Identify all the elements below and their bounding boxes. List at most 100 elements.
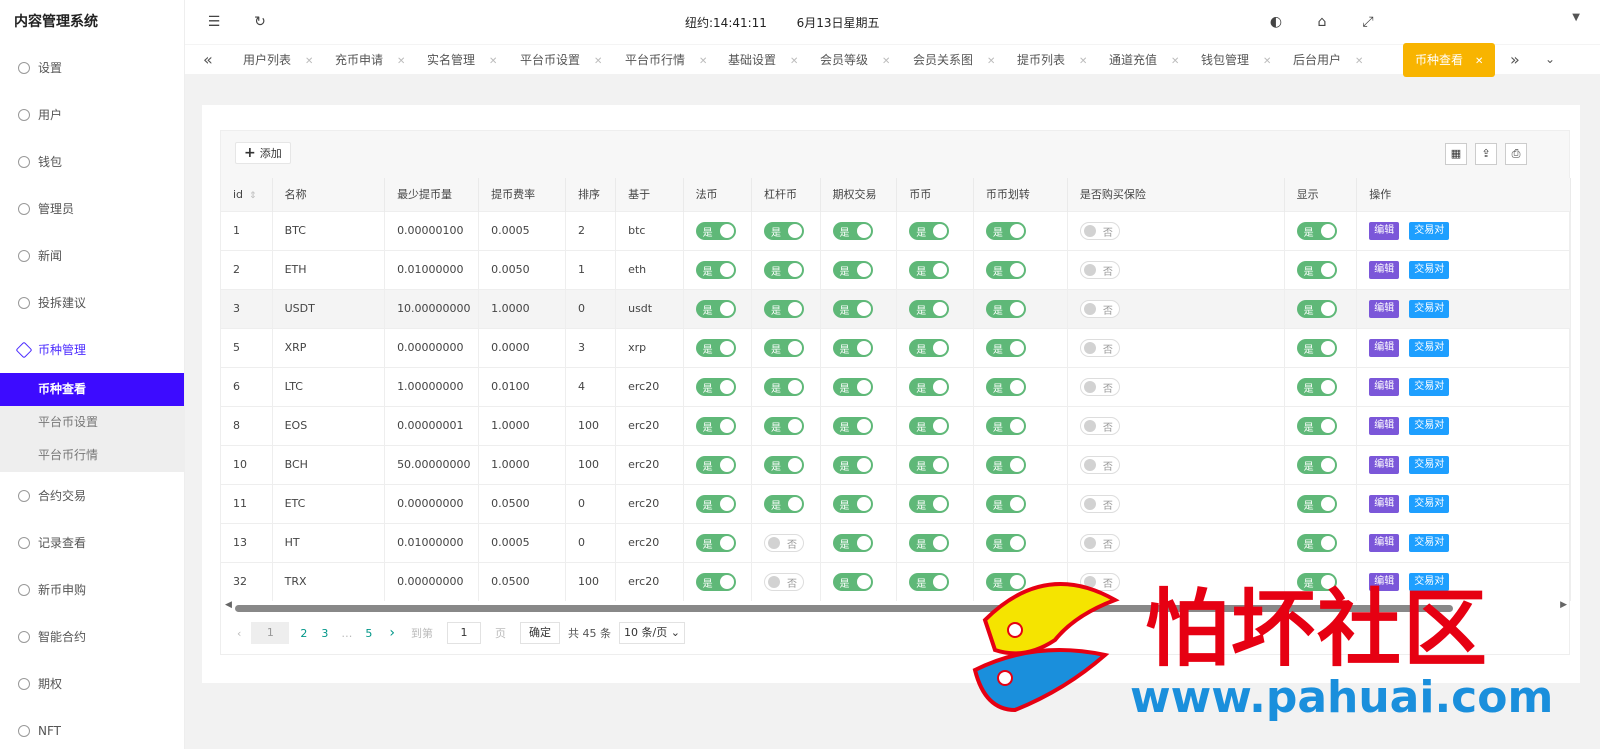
- tabs-menu-icon[interactable]: ⌄: [1545, 52, 1555, 66]
- scroll-left-icon[interactable]: ◀: [225, 600, 232, 610]
- trading-pair-button[interactable]: 交易对: [1409, 221, 1450, 240]
- trading-pair-button[interactable]: 交易对: [1409, 533, 1450, 552]
- tab-item[interactable]: 平台币设置 ✕: [520, 51, 602, 68]
- edit-button[interactable]: 编辑: [1369, 416, 1400, 435]
- user-dropdown[interactable]: ▼: [1420, 12, 1580, 32]
- tab-item[interactable]: 平台币行情 ✕: [625, 51, 707, 68]
- submenu-item[interactable]: 平台币设置: [0, 406, 184, 439]
- page-size-select[interactable]: 10 条/页 ⌄: [619, 622, 685, 644]
- close-icon[interactable]: ✕: [1355, 56, 1363, 67]
- toggle-switch[interactable]: 是: [832, 221, 873, 240]
- add-button[interactable]: + 添加: [235, 142, 291, 164]
- toggle-switch[interactable]: 是: [764, 299, 805, 318]
- tag-icon[interactable]: ⌂: [1313, 13, 1331, 31]
- sidebar-item[interactable]: 用户: [0, 91, 184, 138]
- export-icon[interactable]: ⇪: [1475, 143, 1497, 165]
- toggle-switch[interactable]: 是: [764, 494, 805, 513]
- sidebar-item[interactable]: 记录查看: [0, 519, 184, 566]
- tab-item[interactable]: 会员关系图 ✕: [913, 51, 995, 68]
- toggle-switch[interactable]: 是: [764, 221, 805, 240]
- edit-button[interactable]: 编辑: [1369, 338, 1400, 357]
- trading-pair-button[interactable]: 交易对: [1409, 455, 1450, 474]
- fullscreen-icon[interactable]: ⤢: [1359, 13, 1377, 31]
- toggle-switch[interactable]: 是: [909, 260, 950, 279]
- tab-item[interactable]: 实名管理 ✕: [427, 51, 497, 68]
- toggle-switch[interactable]: 是: [985, 416, 1026, 435]
- toggle-switch[interactable]: 是: [832, 416, 873, 435]
- toggle-switch[interactable]: 是: [985, 221, 1026, 240]
- toggle-switch[interactable]: 是: [909, 416, 950, 435]
- toggle-switch[interactable]: 否: [1079, 338, 1120, 357]
- toggle-switch[interactable]: 是: [832, 377, 873, 396]
- toggle-switch[interactable]: 是: [695, 572, 736, 591]
- tab-item[interactable]: 通道充值 ✕: [1109, 51, 1179, 68]
- column-header[interactable]: id ⇕: [221, 178, 273, 211]
- sidebar-item[interactable]: 设置: [0, 44, 184, 91]
- toggle-switch[interactable]: 是: [695, 338, 736, 357]
- close-icon[interactable]: ✕: [882, 56, 890, 67]
- prev-page-icon[interactable]: ‹: [231, 627, 247, 640]
- toggle-switch[interactable]: 否: [1079, 299, 1120, 318]
- tab-item[interactable]: 基础设置 ✕: [728, 51, 798, 68]
- toggle-switch[interactable]: 是: [1296, 338, 1337, 357]
- submenu-item[interactable]: 币种查看: [0, 373, 184, 406]
- edit-button[interactable]: 编辑: [1369, 299, 1400, 318]
- sidebar-item[interactable]: 新币申购: [0, 566, 184, 613]
- close-icon[interactable]: ✕: [397, 56, 405, 67]
- print-icon[interactable]: ⎙: [1505, 143, 1527, 165]
- edit-button[interactable]: 编辑: [1369, 533, 1400, 552]
- toggle-switch[interactable]: 是: [909, 221, 950, 240]
- next-page-icon[interactable]: ›: [379, 625, 405, 641]
- toggle-switch[interactable]: 是: [909, 572, 950, 591]
- toggle-switch[interactable]: 是: [985, 533, 1026, 552]
- refresh-icon[interactable]: ↻: [251, 13, 269, 31]
- edit-button[interactable]: 编辑: [1369, 494, 1400, 513]
- toggle-switch[interactable]: 否: [1079, 533, 1120, 552]
- toggle-switch[interactable]: 是: [909, 299, 950, 318]
- sidebar-item[interactable]: 合约交易: [0, 472, 184, 519]
- toggle-switch[interactable]: 是: [1296, 455, 1337, 474]
- toggle-switch[interactable]: 是: [695, 494, 736, 513]
- sidebar-item[interactable]: 新闻: [0, 232, 184, 279]
- tab-item[interactable]: 提币列表 ✕: [1017, 51, 1087, 68]
- sidebar-item[interactable]: 钱包: [0, 138, 184, 185]
- toggle-switch[interactable]: 是: [909, 455, 950, 474]
- toggle-switch[interactable]: 是: [764, 455, 805, 474]
- toggle-switch[interactable]: 是: [832, 494, 873, 513]
- edit-button[interactable]: 编辑: [1369, 260, 1400, 279]
- close-icon[interactable]: ✕: [489, 56, 497, 67]
- tabs-scroll-right-icon[interactable]: »: [1510, 50, 1520, 69]
- palette-icon[interactable]: ◐: [1267, 13, 1285, 31]
- toggle-switch[interactable]: 是: [985, 260, 1026, 279]
- close-icon[interactable]: ✕: [1079, 56, 1087, 67]
- tab-active[interactable]: 币种查看 ✕: [1403, 43, 1495, 77]
- toggle-switch[interactable]: 否: [1079, 377, 1120, 396]
- trading-pair-button[interactable]: 交易对: [1409, 377, 1450, 396]
- toggle-switch[interactable]: 是: [832, 572, 873, 591]
- toggle-switch[interactable]: 是: [985, 299, 1026, 318]
- toggle-switch[interactable]: 否: [1079, 494, 1120, 513]
- edit-button[interactable]: 编辑: [1369, 377, 1400, 396]
- toggle-switch[interactable]: 是: [832, 533, 873, 552]
- toggle-switch[interactable]: 是: [695, 455, 736, 474]
- tab-item[interactable]: 用户列表 ✕: [243, 51, 313, 68]
- trading-pair-button[interactable]: 交易对: [1409, 494, 1450, 513]
- toggle-switch[interactable]: 是: [695, 260, 736, 279]
- submenu-item[interactable]: 平台币行情: [0, 439, 184, 472]
- toggle-switch[interactable]: 是: [1296, 533, 1337, 552]
- toggle-switch[interactable]: 是: [695, 377, 736, 396]
- toggle-switch[interactable]: 否: [1079, 416, 1120, 435]
- edit-button[interactable]: 编辑: [1369, 455, 1400, 474]
- sort-icon[interactable]: ⇕: [249, 191, 257, 201]
- trading-pair-button[interactable]: 交易对: [1409, 338, 1450, 357]
- toggle-switch[interactable]: 是: [832, 299, 873, 318]
- toggle-switch[interactable]: 是: [985, 338, 1026, 357]
- trading-pair-button[interactable]: 交易对: [1409, 416, 1450, 435]
- close-icon[interactable]: ✕: [699, 56, 707, 67]
- toggle-switch[interactable]: 否: [764, 572, 805, 591]
- toggle-switch[interactable]: 否: [1079, 221, 1120, 240]
- goto-page-input[interactable]: 1: [447, 622, 482, 644]
- page-current[interactable]: 1: [251, 622, 290, 644]
- menu-collapse-icon[interactable]: ☰: [205, 13, 223, 31]
- tab-item[interactable]: 后台用户 ✕: [1293, 51, 1363, 68]
